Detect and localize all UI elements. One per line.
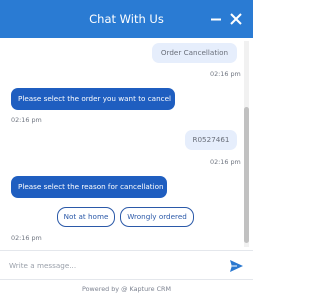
close-icon[interactable] — [228, 11, 244, 27]
user-message-bubble: R0527461 — [185, 130, 237, 150]
message-scrollbar[interactable] — [244, 41, 249, 247]
minimize-icon[interactable] — [208, 11, 224, 27]
scrollbar-thumb[interactable] — [244, 107, 249, 243]
chat-header: Chat With Us — [0, 0, 253, 38]
option-not-at-home-button[interactable]: Not at home — [57, 207, 115, 227]
message-timestamp: 02:16 pm — [210, 158, 241, 166]
chat-widget: Chat With Us Order Cancellation 02:16 pm… — [0, 0, 253, 300]
user-message-bubble: Order Cancellation — [152, 43, 237, 63]
message-timestamp: 02:16 pm — [210, 70, 241, 78]
message-timestamp: 02:16 pm — [11, 116, 42, 124]
message-composer — [0, 250, 253, 279]
option-wrongly-ordered-button[interactable]: Wrongly ordered — [120, 207, 194, 227]
bot-message-bubble: Please select the order you want to canc… — [11, 88, 175, 110]
message-input[interactable] — [9, 257, 209, 273]
bot-message-bubble: Please select the reason for cancellatio… — [11, 176, 167, 198]
powered-by-footer: Powered by @ Kapture CRM — [0, 279, 253, 300]
message-timestamp: 02:16 pm — [11, 234, 42, 242]
send-icon[interactable] — [229, 258, 244, 272]
message-list[interactable]: Order Cancellation 02:16 pm Please selec… — [0, 38, 253, 250]
